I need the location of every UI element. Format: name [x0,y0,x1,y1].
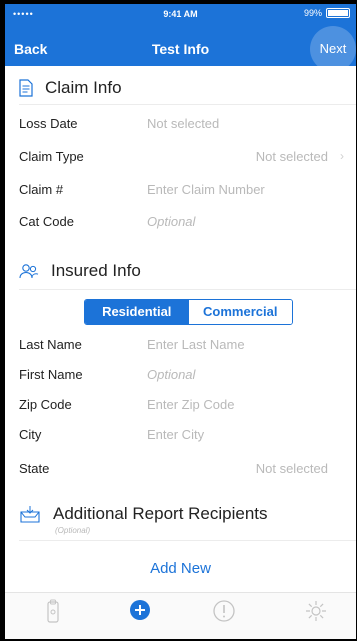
zip-code-row[interactable]: Zip Code Enter Zip Code [19,389,356,419]
city-label: City [19,427,42,442]
state-row[interactable]: State Not selected [19,453,356,483]
tab-alerts[interactable] [209,599,239,633]
property-type-segment: Residential Commercial [84,299,293,325]
app-screen: ••••• 9:41 AM 99% Back Test Info Next Cl… [5,4,356,639]
battery-icon [326,8,350,18]
zip-code-input[interactable]: Enter Zip Code [147,397,234,412]
city-input[interactable]: Enter City [147,427,204,442]
document-icon [19,79,33,97]
clipboard-icon [47,599,59,623]
add-circle-icon [130,600,150,620]
page-title: Test Info [151,41,210,57]
claim-number-label: Claim # [19,182,64,197]
claim-number-row[interactable]: Claim # Enter Claim Number [19,174,356,204]
claim-type-label: Claim Type [19,149,84,164]
tab-settings[interactable] [301,599,331,633]
loss-date-label: Loss Date [19,116,78,131]
alert-icon [213,600,235,622]
first-name-label: First Name [19,367,83,382]
battery-indicator: 99% [304,8,350,18]
loss-date-value[interactable]: Not selected [147,116,219,131]
state-label: State [19,461,50,476]
last-name-input[interactable]: Enter Last Name [147,337,245,352]
claim-type-row[interactable]: Claim Type Not selected › [19,141,356,171]
divider [19,104,356,105]
tab-claims[interactable] [38,599,68,633]
people-icon [19,264,39,279]
next-button[interactable]: Next [310,26,356,72]
chevron-right-icon: › [340,149,344,163]
settings-icon [306,601,326,621]
tab-bar [5,592,356,639]
battery-percent: 99% [303,8,322,18]
top-bar: ••••• 9:41 AM 99% Back Test Info Next [5,4,356,72]
tab-new-claim[interactable] [125,599,155,633]
segment-residential[interactable]: Residential [85,300,189,324]
loss-date-row[interactable]: Loss Date Not selected [19,108,356,138]
add-new-button[interactable]: Add New [5,560,356,577]
cat-code-label: Cat Code [19,214,74,229]
insured-info-header: Insured Info [19,261,141,281]
last-name-row[interactable]: Last Name Enter Last Name [19,329,356,359]
cat-code-input[interactable]: Optional [147,214,195,229]
last-name-label: Last Name [19,337,82,352]
claim-info-header: Claim Info [19,78,122,98]
cat-code-row[interactable]: Cat Code Optional [19,206,356,236]
city-row[interactable]: City Enter City [19,419,356,449]
first-name-row[interactable]: First Name Optional [19,359,356,389]
divider [19,540,356,541]
divider [19,289,356,290]
claim-number-input[interactable]: Enter Claim Number [147,182,265,197]
first-name-input[interactable]: Optional [147,367,195,382]
status-bar: ••••• 9:41 AM 99% [5,8,356,22]
recipients-title: Additional Report Recipients [53,504,268,523]
inbox-icon [20,506,40,523]
zip-code-label: Zip Code [19,397,72,412]
state-value[interactable]: Not selected [256,461,328,476]
segment-commercial[interactable]: Commercial [188,300,292,324]
claim-info-title: Claim Info [45,78,122,97]
recipients-header: Additional Report Recipients [19,504,268,524]
claim-type-value[interactable]: Not selected [256,149,328,164]
nav-bar: Back Test Info Next [5,26,356,72]
recipients-optional-note: (Optional) [55,526,91,535]
insured-info-title: Insured Info [51,261,141,280]
